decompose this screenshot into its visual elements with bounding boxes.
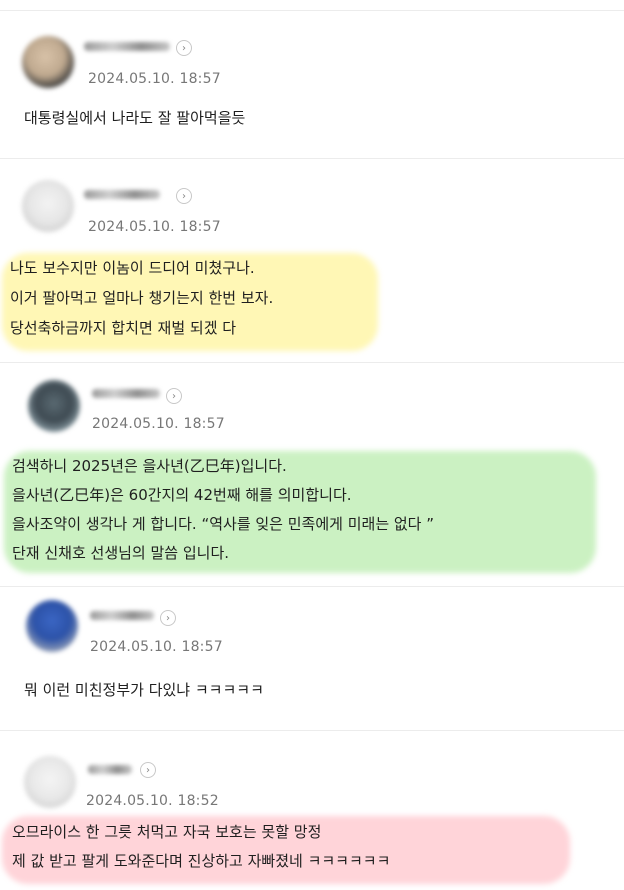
comment-text: 을사년(乙巳年)은 60간지의 42번째 해를 의미합니다.	[12, 486, 352, 504]
comment-date: 2024.05.10. 18:57	[88, 219, 221, 235]
divider	[0, 586, 624, 587]
avatar[interactable]	[22, 180, 74, 232]
comment-text: 검색하니 2025년은 을사년(乙巳年)입니다.	[12, 457, 287, 475]
comment-text: 대통령실에서 나라도 잘 팔아먹을듯	[24, 109, 246, 127]
comment-text: 나도 보수지만 이놈이 드디어 미쳤구나.	[10, 259, 255, 277]
comment-text: 오므라이스 한 그릇 처먹고 자국 보호는 못할 망정	[12, 823, 322, 841]
profile-arrow-icon[interactable]: ›	[176, 188, 192, 204]
avatar[interactable]	[26, 600, 78, 652]
username-blurred[interactable]	[90, 611, 154, 620]
profile-arrow-icon[interactable]: ›	[176, 40, 192, 56]
divider	[0, 730, 624, 731]
avatar[interactable]	[24, 756, 76, 808]
divider	[0, 362, 624, 363]
comment-date: 2024.05.10. 18:57	[88, 71, 221, 87]
comment-text: 단재 신채호 선생님의 말씀 입니다.	[12, 544, 230, 562]
username-blurred[interactable]	[84, 190, 160, 199]
comment-date: 2024.05.10. 18:57	[90, 639, 223, 655]
divider	[0, 10, 624, 11]
comment-date: 2024.05.10. 18:57	[92, 416, 225, 432]
comment-text: 뭐 이런 미친정부가 다있냐 ㅋㅋㅋㅋㅋ	[24, 681, 264, 699]
username-blurred[interactable]	[88, 765, 132, 774]
username-blurred[interactable]	[92, 389, 160, 398]
avatar[interactable]	[22, 36, 74, 88]
profile-arrow-icon[interactable]: ›	[160, 610, 176, 626]
comment-text: 당선축하금까지 합치면 재벌 되겠 다	[10, 319, 237, 337]
divider	[0, 158, 624, 159]
comment-text: 을사조약이 생각나 게 합니다. “역사를 잊은 민족에게 미래는 없다 ”	[12, 515, 435, 533]
avatar[interactable]	[28, 380, 80, 432]
comment-text: 제 값 받고 팔게 도와준다며 진상하고 자빠졌네 ㅋㅋㅋㅋㅋㅋ	[12, 852, 391, 870]
profile-arrow-icon[interactable]: ›	[140, 762, 156, 778]
comment-text: 이거 팔아먹고 얼마나 챙기는지 한번 보자.	[10, 289, 274, 307]
profile-arrow-icon[interactable]: ›	[166, 388, 182, 404]
username-blurred[interactable]	[84, 42, 170, 51]
comment-date: 2024.05.10. 18:52	[86, 793, 219, 809]
